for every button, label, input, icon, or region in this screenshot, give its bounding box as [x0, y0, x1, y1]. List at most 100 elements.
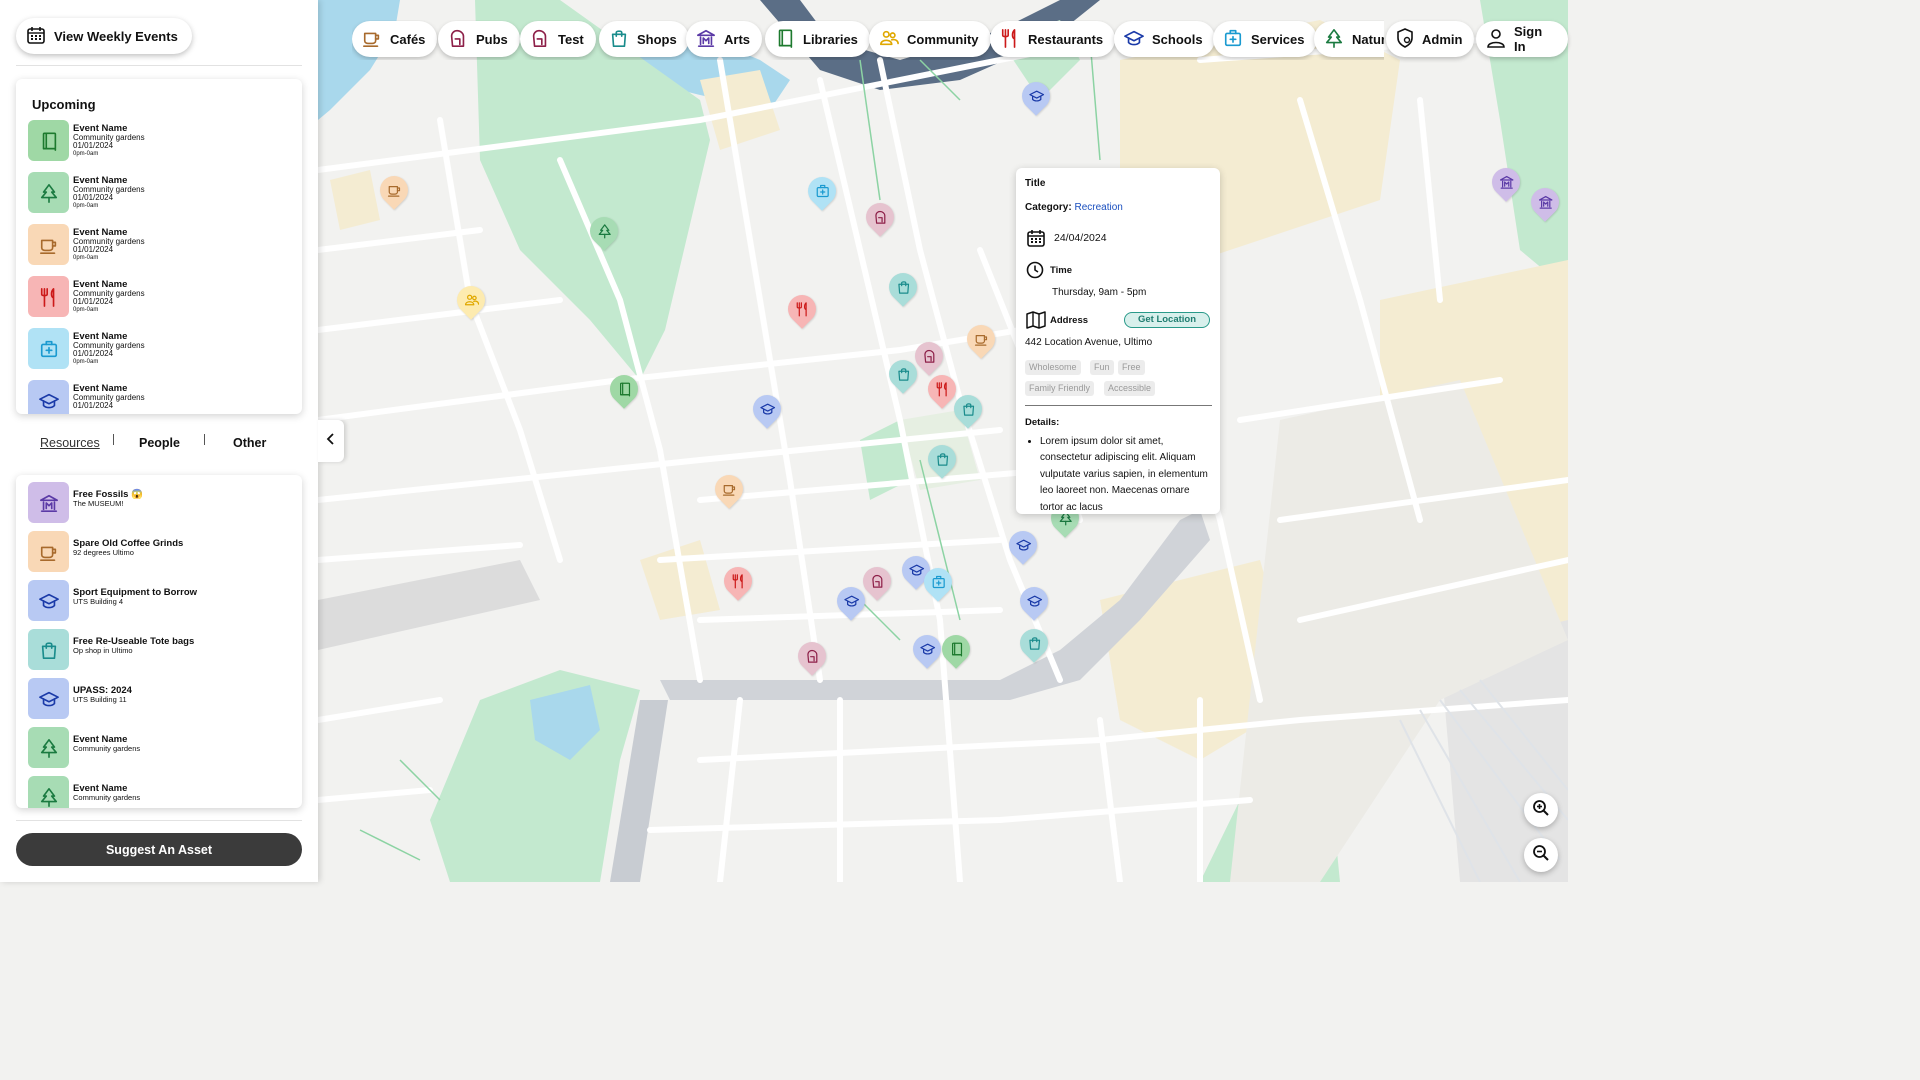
resource-item[interactable]: Free Re-Useable Tote bags Op shop in Ult…: [16, 629, 302, 678]
category-label: Pubs: [476, 31, 508, 47]
zoom-out-icon: [1532, 844, 1550, 867]
resource-location: UTS Building 4: [73, 596, 124, 606]
resource-item[interactable]: Event Name Community gardens: [16, 727, 302, 776]
admin-button[interactable]: Admin: [1386, 21, 1475, 57]
popup-title: Title: [1025, 178, 1046, 189]
category-filter-bar[interactable]: Cafés Pubs Test Shops Arts Libraries Community…: [352, 20, 1384, 60]
art-icon: [696, 28, 716, 51]
event-time: 0pm-0am: [73, 150, 99, 157]
popup-time-value: Thursday, 9am - 5pm: [1052, 287, 1147, 298]
category-label: Shops: [637, 31, 677, 47]
resource-location: The MUSEUM!: [73, 498, 124, 508]
category-label: Test: [558, 31, 584, 47]
sidebar: View Weekly Events Upcoming Event Name C…: [0, 0, 318, 882]
divider: [16, 820, 302, 821]
cafe-icon: [28, 531, 69, 572]
nature-icon: [28, 172, 69, 213]
popup-tag: Family Friendly: [1025, 381, 1095, 396]
event-date: 01/01/2024: [73, 297, 114, 307]
event-date: 01/01/2024: [73, 401, 114, 411]
resource-item[interactable]: Event Name Community gardens: [16, 776, 302, 808]
suggest-asset-button[interactable]: Suggest An Asset: [16, 833, 302, 866]
event-date: 01/01/2024: [73, 349, 114, 359]
category-label: Restaurants: [1028, 31, 1104, 47]
category-label: Services: [1251, 31, 1305, 47]
category-filter-shop[interactable]: Shops: [599, 21, 689, 57]
clock-icon: [1026, 261, 1044, 282]
tab-separator: [204, 434, 205, 445]
resource-item[interactable]: Spare Old Coffee Grinds 92 degrees Ultim…: [16, 531, 302, 580]
resource-location: Community gardens: [73, 792, 141, 802]
zoom-in-button[interactable]: [1524, 793, 1558, 827]
event-date: 01/01/2024: [73, 245, 114, 255]
event-item[interactable]: Event Name Community gardens 01/01/2024 …: [16, 224, 302, 276]
upcoming-events-list: Event Name Community gardens 01/01/2024 …: [16, 120, 302, 414]
shop-icon: [28, 629, 69, 670]
category-filter-cafe[interactable]: Cafés: [352, 21, 438, 57]
category-label: Libraries: [803, 31, 858, 47]
zoom-out-button[interactable]: [1524, 838, 1558, 872]
shop-icon: [609, 28, 629, 51]
category-filter-community[interactable]: Community: [869, 21, 991, 57]
resource-item[interactable]: Free Fossils 😱 The MUSEUM!: [16, 482, 302, 531]
category-filter-school[interactable]: Schools: [1114, 21, 1215, 57]
popup-time-label: Time: [1050, 265, 1073, 276]
event-time: 0pm-0am: [73, 306, 99, 313]
restaurant-icon: [28, 276, 69, 317]
pub-icon: [530, 28, 550, 51]
category-filter-pub[interactable]: Test: [520, 21, 596, 57]
view-weekly-events-button[interactable]: View Weekly Events: [16, 18, 192, 54]
popup-category-link[interactable]: Recreation: [1074, 202, 1122, 213]
art-icon: [28, 482, 69, 523]
map-icon: [1026, 311, 1046, 332]
pub-icon: [448, 28, 468, 51]
category-label: Nature: [1352, 31, 1384, 47]
popup-address-label: Address: [1050, 315, 1089, 326]
sign-in-button[interactable]: Sign In: [1476, 21, 1568, 57]
event-date: 01/01/2024: [73, 141, 114, 151]
tab-other[interactable]: Other: [233, 436, 266, 450]
category-filter-service[interactable]: Services: [1213, 21, 1317, 57]
category-filter-library[interactable]: Libraries: [765, 21, 870, 57]
resource-item[interactable]: UPASS: 2024 UTS Building 11: [16, 678, 302, 727]
category-filter-nature[interactable]: Nature: [1314, 21, 1384, 57]
tab-resources[interactable]: Resources: [40, 436, 100, 450]
popup-tag: Accessible: [1104, 381, 1156, 396]
popup-tag: Wholesome: [1025, 360, 1081, 375]
event-item[interactable]: Event Name Community gardens 01/01/2024: [16, 380, 302, 414]
library-icon: [775, 28, 795, 51]
resources-panel[interactable]: Free Fossils 😱 The MUSEUM! Spare Old Cof…: [16, 475, 302, 808]
admin-shield-icon: [1396, 27, 1414, 51]
admin-label: Admin: [1422, 31, 1463, 47]
service-icon: [28, 328, 69, 369]
event-item[interactable]: Event Name Community gardens 01/01/2024 …: [16, 172, 302, 224]
resource-location: Community gardens: [73, 743, 141, 753]
resource-location: UTS Building 11: [73, 694, 127, 704]
popup-tag: Free: [1118, 360, 1145, 375]
category-filter-art[interactable]: Arts: [686, 21, 763, 57]
resource-item[interactable]: Sport Equipment to Borrow UTS Building 4: [16, 580, 302, 629]
community-icon: [879, 28, 899, 51]
event-time: 0pm-0am: [73, 202, 99, 209]
category-label: Schools: [1152, 31, 1203, 47]
cafe-icon: [362, 28, 382, 51]
collapse-sidebar-button[interactable]: [318, 420, 344, 462]
event-item[interactable]: Event Name Community gardens 01/01/2024 …: [16, 276, 302, 328]
school-icon: [28, 580, 69, 621]
event-time: 0pm-0am: [73, 254, 99, 261]
category-filter-pub[interactable]: Pubs: [438, 21, 520, 57]
event-item[interactable]: Event Name Community gardens 01/01/2024 …: [16, 328, 302, 380]
category-label: Arts: [724, 31, 751, 47]
calendar-icon: [26, 25, 46, 48]
nature-icon: [28, 776, 69, 808]
tab-people[interactable]: People: [139, 436, 180, 450]
school-icon: [28, 380, 69, 414]
upcoming-events-panel[interactable]: Upcoming Event Name Community gardens 01…: [16, 79, 302, 414]
popup-divider: [1025, 405, 1212, 406]
get-location-button[interactable]: Get Location: [1124, 312, 1210, 328]
event-item[interactable]: Event Name Community gardens 01/01/2024 …: [16, 120, 302, 172]
popup-category-label: Category:: [1025, 202, 1072, 213]
event-time: 0pm-0am: [73, 358, 99, 365]
category-filter-restaurant[interactable]: Restaurants: [990, 21, 1116, 57]
popup-details-label: Details:: [1025, 417, 1060, 428]
